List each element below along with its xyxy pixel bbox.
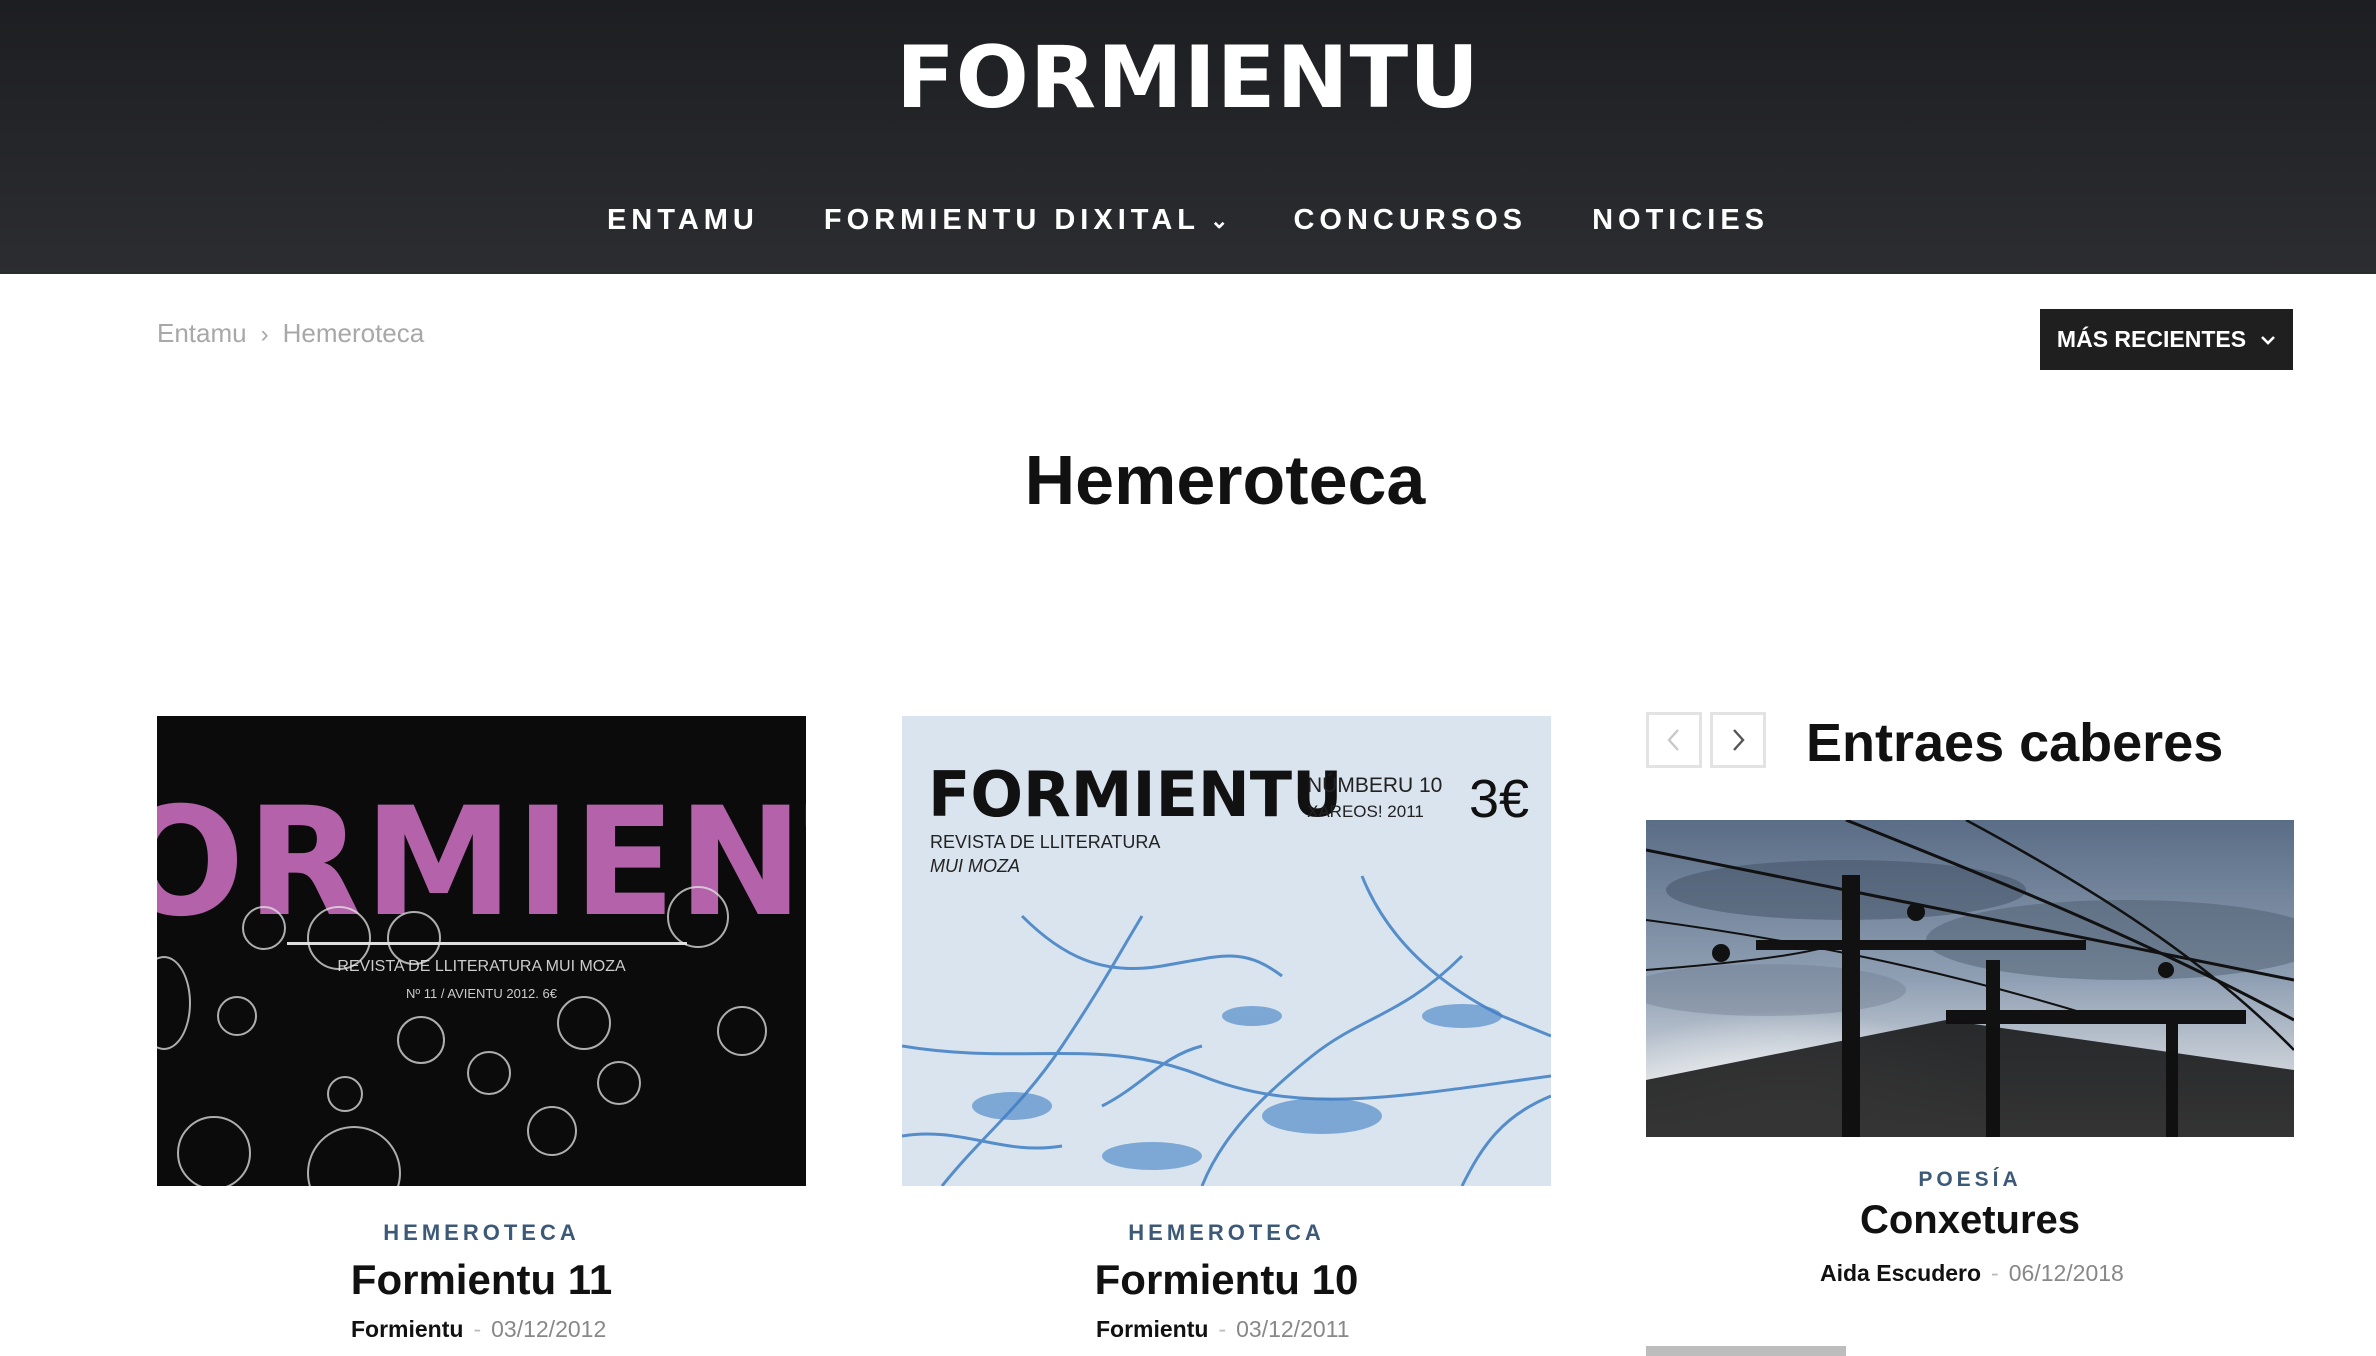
- bubble: [397, 1016, 445, 1064]
- post-card: ORMIENT REVISTA DE LLITERATURA MUI MOZA …: [157, 716, 806, 1342]
- meta-separator: -: [473, 1316, 482, 1342]
- chevron-left-icon: [1667, 729, 1679, 751]
- cover-issue-date: XAREOS! 2011: [1307, 802, 1424, 821]
- bubble: [307, 906, 371, 970]
- nav-item-entamu[interactable]: ENTAMU: [607, 204, 759, 237]
- post-date: 03/12/2012: [491, 1316, 607, 1342]
- bubble: [217, 996, 257, 1036]
- post-meta: Formientu -03/12/2012: [351, 1316, 606, 1343]
- bubble: [557, 996, 611, 1050]
- bubble: [597, 1061, 641, 1105]
- bubble: [177, 1116, 251, 1186]
- recent-post-author[interactable]: Aida Escudero: [1820, 1260, 1981, 1286]
- recent-post-meta: Aida Escudero -06/12/2018: [1820, 1260, 2124, 1287]
- site-logo[interactable]: FORMIENTU: [0, 28, 2376, 128]
- meta-separator: -: [1991, 1260, 1999, 1286]
- cover-number: NÚMBERU 10: [1307, 774, 1443, 797]
- recent-post-title[interactable]: Conxetures: [1646, 1198, 2294, 1243]
- bubble: [307, 1126, 401, 1186]
- breadcrumb-home[interactable]: Entamu: [157, 318, 247, 348]
- post-category[interactable]: HEMEROTECA: [157, 1220, 806, 1246]
- bubble: [667, 886, 729, 948]
- post-card: FORMIENTU NÚMBERU 10 XAREOS! 2011 3€ REV…: [902, 716, 1551, 1342]
- cover-title: FORMIENTU: [928, 758, 1343, 831]
- chevron-right-icon: [1733, 729, 1745, 751]
- bubble: [242, 906, 286, 950]
- sort-label: MÁS RECIENTES: [2056, 326, 2247, 352]
- post-thumbnail[interactable]: ORMIENT REVISTA DE LLITERATURA MUI MOZA …: [157, 716, 806, 1186]
- page-title: Hemeroteca: [1024, 441, 1426, 519]
- bubble: [387, 911, 441, 965]
- cover-subtitle: REVISTA DE LLITERATURA: [930, 832, 1161, 852]
- breadcrumb: Entamu › Hemeroteca: [157, 318, 424, 349]
- next-post-thumbnail[interactable]: [1646, 1346, 1846, 1356]
- cover-subtitle-2: MUI MOZA: [930, 856, 1020, 876]
- site-header: FORMIENTU ENTAMU FORMIENTU DIXITAL ⌄ CONC…: [0, 0, 2376, 274]
- bubble: [467, 1051, 511, 1095]
- recent-post-date: 06/12/2018: [2008, 1260, 2124, 1286]
- chevron-down-icon: [2261, 335, 2275, 345]
- post-thumbnail[interactable]: FORMIENTU NÚMBERU 10 XAREOS! 2011 3€ REV…: [902, 716, 1551, 1186]
- meta-separator: -: [1218, 1316, 1227, 1342]
- post-meta: Formientu -03/12/2011: [1096, 1316, 1350, 1343]
- bubble: [527, 1106, 577, 1156]
- post-title[interactable]: Formientu 10: [902, 1256, 1551, 1304]
- cover-subtitle: REVISTA DE LLITERATURA MUI MOZA: [337, 958, 626, 975]
- nav-item-label: FORMIENTU DIXITAL: [823, 204, 1200, 236]
- post-title[interactable]: Formientu 11: [157, 1256, 806, 1304]
- widget-title: Entraes caberes: [1806, 713, 2224, 773]
- post-author[interactable]: Formientu: [351, 1316, 463, 1342]
- chevron-down-icon: ⌄: [1209, 208, 1229, 234]
- post-author[interactable]: Formientu: [1096, 1316, 1208, 1342]
- bubble: [717, 1006, 767, 1056]
- post-category[interactable]: HEMEROTECA: [902, 1220, 1551, 1246]
- breadcrumb-separator: ›: [260, 321, 269, 348]
- recent-post-thumbnail[interactable]: [1646, 820, 2294, 1137]
- cover-price: 3€: [1469, 769, 1530, 829]
- breadcrumb-current: Hemeroteca: [282, 318, 425, 348]
- recent-post-category[interactable]: POESÍA: [1646, 1168, 2294, 1192]
- main-nav: ENTAMU FORMIENTU DIXITAL ⌄ CONCURSOS NOTI…: [0, 204, 2376, 237]
- bubble: [327, 1076, 363, 1112]
- prev-button[interactable]: [1646, 712, 1702, 768]
- nav-item-concursos[interactable]: CONCURSOS: [1293, 204, 1527, 237]
- next-button[interactable]: [1710, 712, 1766, 768]
- cover-issue: Nº 11 / AVIENTU 2012. 6€: [406, 986, 557, 1001]
- power-line-photo: [1646, 820, 2294, 1137]
- post-date: 03/12/2011: [1236, 1316, 1350, 1342]
- sort-dropdown-button[interactable]: MÁS RECIENTES: [2040, 309, 2293, 370]
- nav-item-formientu-dixital[interactable]: FORMIENTU DIXITAL ⌄: [824, 204, 1229, 237]
- nav-item-noticies[interactable]: NOTICIES: [1592, 204, 1769, 237]
